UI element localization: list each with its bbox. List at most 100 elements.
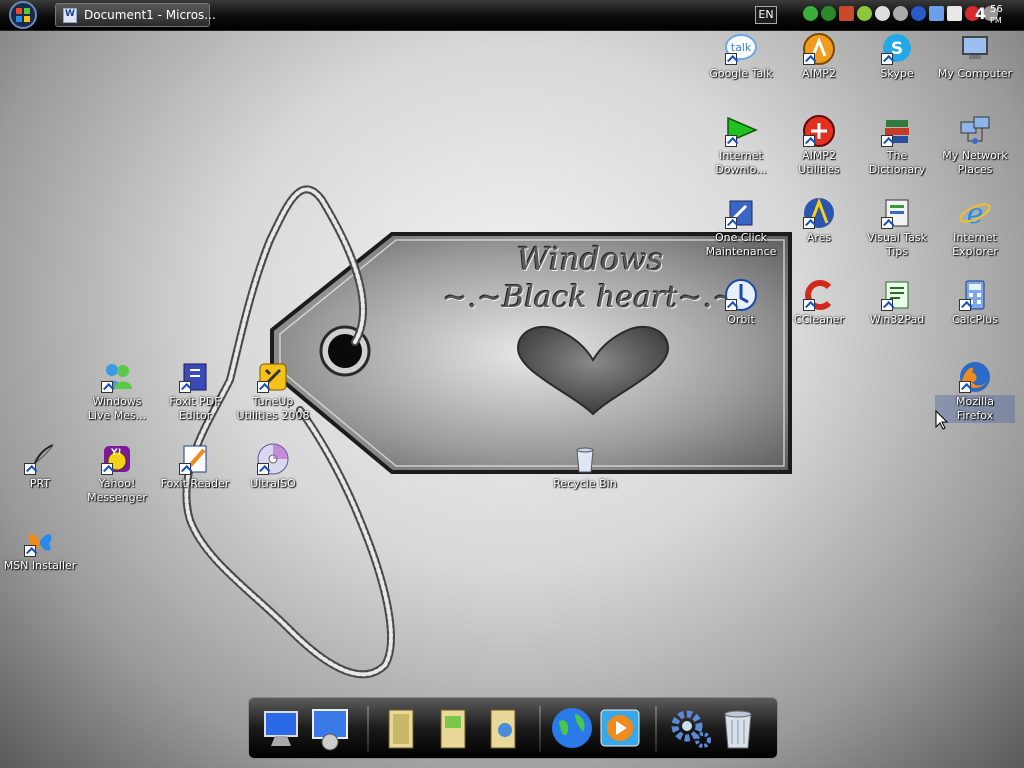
tuneup-utilities-shortcut[interactable]: TuneUp Utilities 2008 [233,360,313,423]
one-click-label-2: Maintenance [705,245,777,258]
dock-documents-folder[interactable] [379,704,425,752]
foxit-reader-shortcut[interactable]: Foxit Reader [155,442,235,491]
dock-media-player[interactable] [597,704,643,752]
shield-tray-icon[interactable] [821,6,836,21]
prt-shortcut[interactable]: PRT [0,442,80,491]
my-computer-label: My Computer [937,67,1013,80]
yahoo-label-2: Messenger [87,491,147,504]
wallpaper-title-line1: Windows [516,240,664,278]
download-tray-icon[interactable] [911,6,926,21]
tuneup-label-2: Utilities 2008 [236,409,310,422]
win32pad-label: Win32Pad [869,313,925,326]
globe-icon [552,708,592,748]
ares-shortcut[interactable]: Ares [779,196,859,245]
internet-explorer-shortcut[interactable]: e Internet Explorer [935,196,1015,259]
network-places-label-1: My Network [942,149,1008,162]
internet-explorer-icon: e [959,197,991,230]
recycle-bin-shortcut[interactable]: Recycle Bin [545,442,625,491]
taskbar-window-word-document[interactable]: Document1 - Micros... [55,3,216,27]
visual-task-tips-shortcut[interactable]: Visual Task Tips [857,196,937,259]
mouse-cursor-icon [935,410,949,430]
taskbar: Document1 - Micros... EN 4 56 PM [0,0,1024,31]
pictures-folder-icon [440,709,466,749]
one-click-maintenance-shortcut[interactable]: One Click Maintenance [701,196,781,259]
foxit-reader-label: Foxit Reader [160,477,230,490]
skype-label: Skype [880,67,914,80]
ultraiso-shortcut[interactable]: UltraISO [233,442,313,491]
calcplus-shortcut[interactable]: CalcPlus [935,278,1015,327]
google-talk-shortcut[interactable]: talk Google Talk [701,32,781,81]
dock-pictures-folder[interactable] [431,704,477,752]
foxit-pdf-editor-shortcut[interactable]: Foxit PDF Editor [155,360,235,423]
dictionary-label-2: Dictionary [868,163,926,176]
desktop[interactable]: Windows ~.~Black heart~.~ talk Google Ta… [0,0,1024,768]
clock-ampm: PM [990,16,1002,25]
visual-task-label-1: Visual Task [866,231,928,244]
aimp2-utilities-label-1: AIMP2 [802,149,836,162]
dock-separator [367,706,369,752]
monitor-tray-icon[interactable] [929,6,944,21]
msn-installer-shortcut[interactable]: MSN Installer [0,524,80,573]
taskbar-window-label: Document1 - Micros... [84,8,216,22]
wlm-label-1: Windows [92,395,142,408]
internet-download-manager-shortcut[interactable]: Internet Downlo... [701,114,781,177]
aimp2-utilities-label-2: Utilities [798,163,840,176]
foxit-pdf-label-2: Editor [178,409,212,422]
gear-tray-icon[interactable] [893,6,908,21]
recycle-bin-label: Recycle Bin [553,477,617,490]
network-tray-icon[interactable] [839,6,854,21]
dock-internet-browser[interactable] [549,704,595,752]
update-tray-icon[interactable] [857,6,872,21]
talk-tray-icon[interactable] [803,6,818,21]
dock-my-computer[interactable] [261,704,307,752]
win32pad-shortcut[interactable]: Win32Pad [857,278,937,327]
music-folder-icon [490,709,516,749]
one-click-label-1: One Click [714,231,768,244]
application-dock [248,697,778,759]
yahoo-label-1: Yahoo! [98,477,136,490]
dock-control-panel[interactable] [307,704,353,752]
my-computer-shortcut[interactable]: My Computer [935,32,1015,81]
aimp2-shortcut[interactable]: AIMP2 [779,32,859,81]
my-computer-icon [962,36,988,62]
orbit-label: Orbit [727,313,755,326]
word-document-icon [63,8,77,23]
skype-shortcut[interactable]: S Skype [857,32,937,81]
orbit-shortcut[interactable]: Orbit [701,278,781,327]
google-talk-label: Google Talk [709,67,773,80]
dock-recycle-bin[interactable] [715,704,761,752]
the-dictionary-shortcut[interactable]: The Dictionary [857,114,937,177]
my-network-places-shortcut[interactable]: My Network Places [935,114,1015,177]
msn-installer-label: MSN Installer [3,559,77,572]
documents-folder-icon [388,709,414,749]
aimp2-utilities-shortcut[interactable]: AIMP2 Utilities [779,114,859,177]
network-places-label-2: Places [957,163,993,176]
yahoo-messenger-shortcut[interactable]: Y! Yahoo! Messenger [77,442,157,505]
foxit-pdf-label-1: Foxit PDF [169,395,221,408]
ccleaner-shortcut[interactable]: CCleaner [779,278,859,327]
monitor-icon [264,711,298,746]
dock-settings[interactable] [667,704,713,752]
internet-download-label-2: Downlo... [715,163,767,176]
trash-bin-icon [724,710,752,749]
calcplus-label: CalcPlus [952,313,998,326]
ares-label: Ares [806,231,832,244]
system-tray [803,6,998,24]
firefox-label-2: Firefox [956,409,994,422]
ie-label-1: Internet [953,231,997,244]
toggle-tray-icon[interactable] [875,6,890,21]
start-button[interactable] [6,0,40,30]
folder-tray-icon[interactable] [947,6,962,21]
dock-music-folder[interactable] [481,704,527,752]
windows-live-messenger-shortcut[interactable]: Windows Live Mes... [77,360,157,423]
tuneup-label-1: TuneUp [252,395,294,408]
svg-text:e: e [967,197,984,230]
prt-label: PRT [29,477,51,490]
wlm-label-2: Live Mes... [87,409,147,422]
dock-separator [539,706,541,752]
control-panel-icon [312,709,348,751]
windows-logo-icon [9,1,37,29]
language-indicator[interactable]: EN [755,6,777,24]
gear-icon [671,710,711,748]
aimp2-label: AIMP2 [802,67,836,80]
